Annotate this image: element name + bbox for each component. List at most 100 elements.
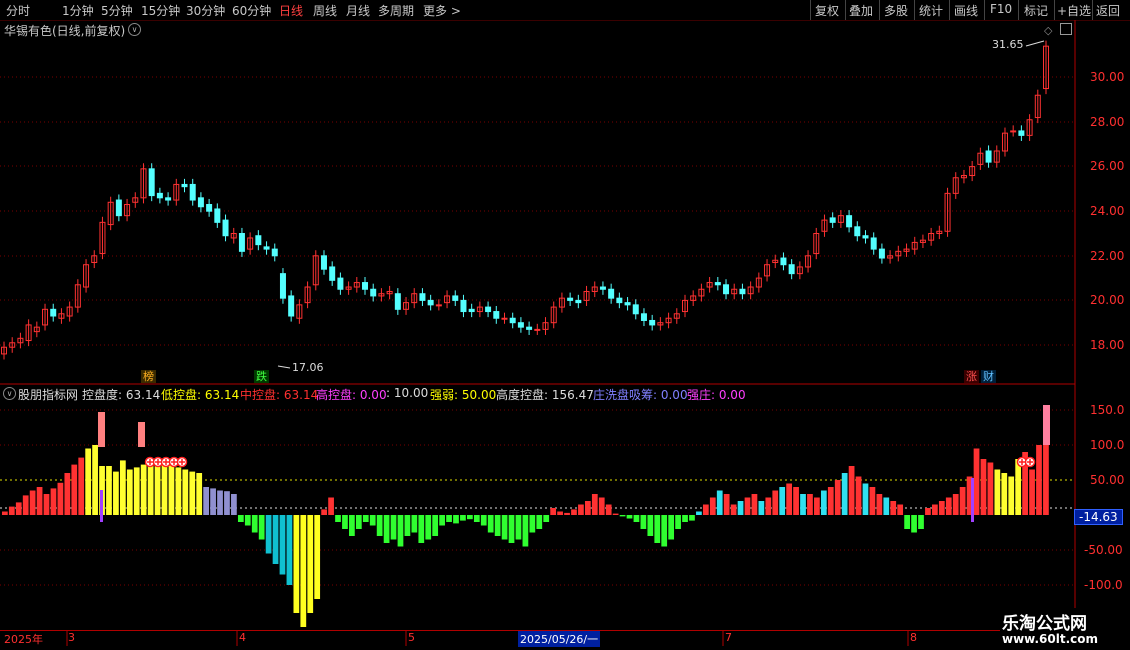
histogram-bar [36,487,43,515]
histogram-bar [925,508,931,515]
histogram-bar [841,473,848,515]
histogram-bar [15,502,22,515]
histogram-bar [106,466,112,515]
histogram-bar [654,515,661,543]
histogram-bar [210,488,216,515]
indicator-tick: -100.0 [1084,578,1123,592]
candle-body [419,293,426,301]
histogram-bar [855,476,862,515]
histogram-bar [869,487,876,515]
candle-body [846,215,853,228]
window-toggle-icon[interactable] [1060,23,1072,35]
histogram-bar [696,511,702,515]
candle-body [329,266,336,281]
histogram-bar [897,504,904,515]
date-label-month: 4 [239,631,246,644]
histogram-bar [1001,473,1008,515]
histogram-bar [550,508,557,515]
low-price-label: 17.06 [292,361,324,374]
histogram-bar [404,515,411,536]
purple-marker [971,478,974,522]
histogram-bar [439,515,445,526]
watermark: 乐淘公式网 www.60lt.com [1000,608,1130,650]
date-label-month: 5 [408,631,415,644]
histogram-bar [709,497,716,515]
candle-body [320,255,327,270]
bang-tag[interactable]: 榜 [141,370,156,383]
date-label-month: 8 [910,631,917,644]
histogram-bar [730,504,737,515]
candle-body [165,197,172,201]
histogram-bar [286,515,293,585]
diamond-icon[interactable]: ◇ [1044,24,1052,37]
candle-body [714,282,721,286]
histogram-bar [161,464,168,515]
candle-body [337,277,344,290]
histogram-bar [133,467,140,515]
histogram-bar [807,494,813,515]
purple-marker [100,490,103,522]
histogram-bar [224,491,230,515]
histogram-bar [390,515,397,540]
cursor-date-label: 2025/05/26/一 [518,631,601,647]
indicator-item: 高度控盘: 156.47 [496,388,594,402]
kline-chart-canvas[interactable] [0,0,1130,650]
histogram-bar [744,497,751,515]
histogram-bar [557,511,563,515]
histogram-bar [876,494,883,515]
candle-body [288,295,295,317]
indicator-tick: -50.00 [1084,543,1123,557]
candle-body [115,199,122,217]
histogram-bar [932,504,938,515]
histogram-bar [827,487,834,515]
histogram-bar [529,515,536,533]
candle-body [509,317,516,324]
histogram-peak [138,422,145,447]
die-tag[interactable]: 跌 [254,370,269,383]
histogram-bar [675,515,681,529]
chevron-down-icon[interactable]: ∨ [3,387,16,400]
price-tick: 22.00 [1090,249,1125,263]
candle-body [501,317,508,320]
histogram-bar [376,515,383,536]
histogram-bar [987,462,994,515]
candle-body [214,208,221,223]
candle-body [780,257,787,266]
histogram-bar [890,501,897,515]
chevron-down-icon[interactable]: ∨ [128,23,141,36]
histogram-bar [793,487,799,515]
histogram-bar [480,515,487,526]
cai-tag[interactable]: 财 [981,370,996,383]
zhang-tag[interactable]: 涨 [964,370,979,383]
histogram-bar [119,460,126,515]
histogram-bar [113,471,119,515]
histogram-bar [196,473,203,515]
candle-body [870,237,877,250]
indicator-tick: 150.0 [1090,403,1125,417]
candle-body [427,299,434,306]
histogram-bar [203,487,210,515]
candle-body [517,322,524,328]
histogram-bar [425,515,432,540]
histogram-bar [647,515,654,536]
candle-body [829,217,836,223]
main-chart-title[interactable]: 华锡有色(日线,前复权) [4,22,125,39]
indicator-name[interactable]: 股朋指标网 [18,386,78,403]
candle-body [534,328,541,331]
high-price-label: 31.65 [992,38,1024,51]
histogram-bar [904,515,910,529]
candle-body [238,233,245,252]
candle-body [148,168,155,197]
histogram-bar [50,488,57,515]
price-tick: 26.00 [1090,159,1125,173]
histogram-bar [8,506,15,515]
indicator-item: 强弱: 50.00 [430,388,497,402]
histogram-bar [848,466,855,515]
histogram-bar [175,467,182,515]
histogram-bar [335,515,341,522]
candle-body [624,302,631,306]
histogram-bar [765,497,772,515]
histogram-bar [258,515,265,540]
histogram-bar [321,509,327,515]
histogram-bar [57,482,64,515]
